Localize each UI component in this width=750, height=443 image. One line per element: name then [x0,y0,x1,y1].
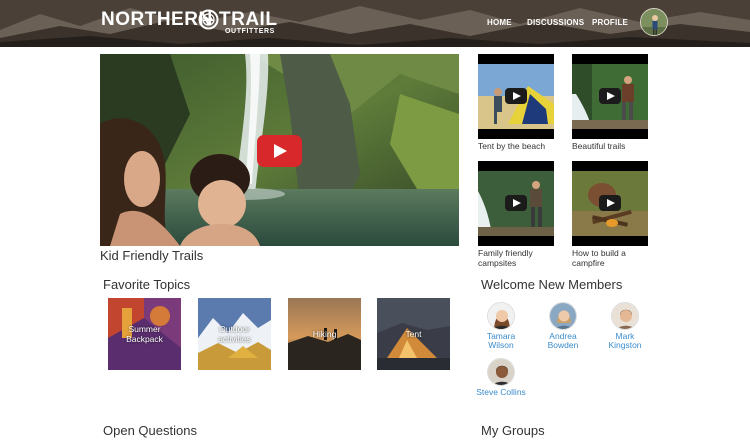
video-thumbnail-tent-beach[interactable] [478,54,554,139]
member-photo [550,303,576,329]
member-photo [612,303,638,329]
video-title[interactable]: Beautiful trails [572,141,650,151]
new-members-heading: Welcome New Members [481,277,623,292]
video-title[interactable]: Family friendly campsites [478,248,556,268]
member-avatar[interactable] [487,302,515,330]
video-title[interactable]: Tent by the beach [478,141,556,151]
member-card[interactable]: Andrea Bowden [538,302,588,350]
member-name[interactable]: Steve Collins [476,388,526,397]
my-groups-heading: My Groups [481,423,545,438]
nav-profile[interactable]: PROFILE [592,18,628,27]
member-name[interactable]: Tamara Wilson [476,332,526,350]
logo-subtitle: OUTFITTERS [225,28,275,35]
topic-hiking[interactable]: Hiking [288,298,361,370]
site-header: NORTHERN TRAIL OUTFITTERS HOME DISCUSSIO… [0,0,750,47]
member-avatar[interactable] [611,302,639,330]
member-photo [488,303,514,329]
logo-word-northern: NORTHERN [101,9,213,30]
nav-home[interactable]: HOME [487,18,512,27]
logo-emblem-icon [198,9,219,30]
member-card[interactable]: Tamara Wilson [476,302,526,350]
video-title[interactable]: How to build a campfire [572,248,650,268]
member-card[interactable]: Mark Kingston [600,302,650,350]
topic-outdoor-activities[interactable]: Outdoor activities [198,298,271,370]
member-photo [488,359,514,385]
video-thumbnail-build-campfire[interactable] [572,161,648,246]
member-name[interactable]: Mark Kingston [600,332,650,350]
play-icon[interactable] [257,135,302,167]
play-icon[interactable] [505,88,527,104]
member-avatar[interactable] [487,358,515,386]
play-icon[interactable] [599,88,621,104]
open-questions-heading: Open Questions [103,423,197,438]
topic-summer-backpack[interactable]: Summer Backpack [108,298,181,370]
user-avatar[interactable] [640,8,668,36]
video-thumbnail-beautiful-trails[interactable] [572,54,648,139]
topic-tent[interactable]: Tent [377,298,450,370]
topic-label: Hiking [312,329,337,339]
favorite-topics-heading: Favorite Topics [103,277,191,292]
topic-label: Summer Backpack [126,324,163,344]
play-icon[interactable] [599,195,621,211]
play-icon[interactable] [505,195,527,211]
nav-discussions[interactable]: DISCUSSIONS [527,18,584,27]
topic-label: Outdoor activities [218,324,251,344]
member-card[interactable]: Steve Collins [476,358,526,397]
main-video-player[interactable] [100,54,459,246]
member-avatar[interactable] [549,302,577,330]
main-video-title[interactable]: Kid Friendly Trails [100,248,203,263]
topic-label: Tent [405,329,422,339]
video-thumbnail-family-campsites[interactable] [478,161,554,246]
member-name[interactable]: Andrea Bowden [538,332,588,350]
